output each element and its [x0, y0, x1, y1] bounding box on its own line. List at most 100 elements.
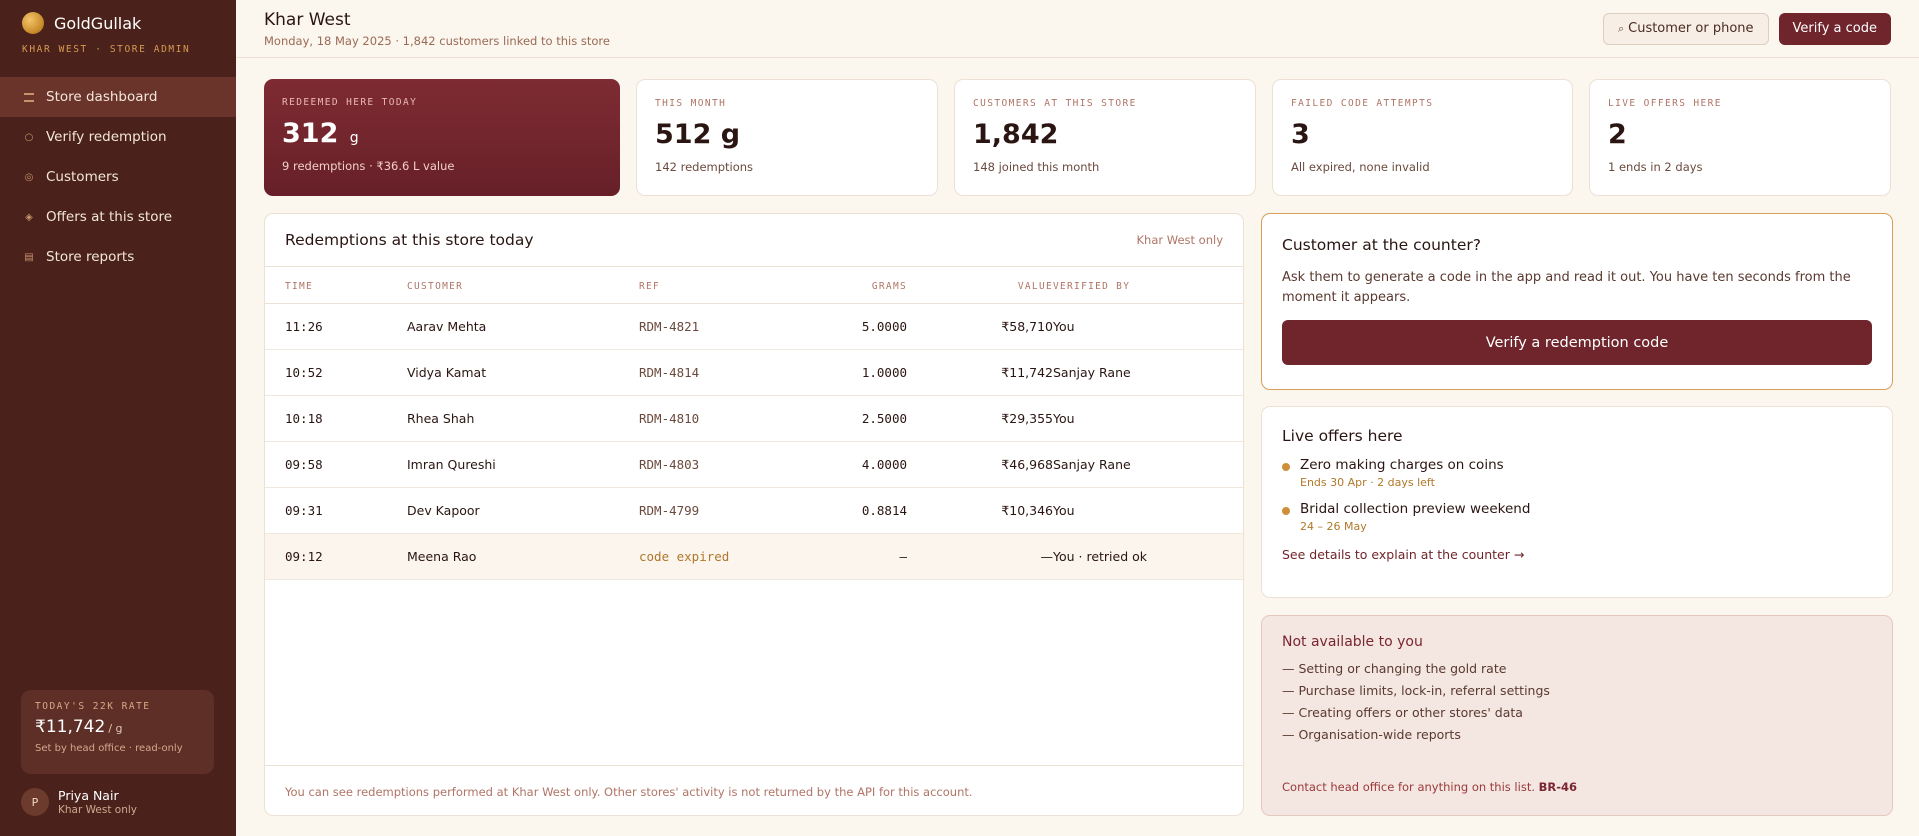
- cell-customer: Rhea Shah: [407, 411, 475, 426]
- table-row[interactable]: 09:12 Meena Rao code expired — — You · retrie…: [265, 534, 1243, 580]
- sidebar-item-label: Verify redemption: [46, 129, 167, 145]
- user-profile[interactable]: P Priya Nair Khar West only: [21, 788, 137, 816]
- offer-item: Bridal collection preview weekend 24 – 2…: [1282, 501, 1872, 533]
- sidebar-item-label: Store reports: [46, 249, 135, 265]
- column-header-value: VALUE: [1017, 281, 1053, 292]
- cell-value: ₹11,742: [1001, 365, 1053, 380]
- column-header-customer: CUSTOMER: [407, 281, 464, 292]
- table-header: TIME CUSTOMER REF GRAMS VALUE VERIFIED B…: [265, 267, 1243, 304]
- verify-redemption-code-button[interactable]: Verify a redemption code: [1282, 320, 1872, 365]
- not-available-card: Not available to you — Setting or changi…: [1261, 615, 1893, 816]
- search-label: Customer or phone: [1628, 21, 1754, 36]
- cell-customer: Imran Qureshi: [407, 457, 496, 472]
- stat-sub: 1 ends in 2 days: [1608, 160, 1703, 174]
- rate-label: TODAY'S 22K RATE: [35, 701, 151, 712]
- cell-value: ₹58,710: [1001, 319, 1053, 334]
- cell-value: ₹29,355: [1001, 411, 1053, 426]
- stat-label: LIVE OFFERS HERE: [1608, 98, 1722, 109]
- page-title: Khar West: [264, 9, 351, 30]
- stat-value: 512 g: [655, 119, 741, 150]
- gold-coin-logo-icon: [22, 12, 44, 34]
- cell-time: 09:58: [285, 457, 323, 472]
- stat-label: FAILED CODE ATTEMPTS: [1291, 98, 1434, 109]
- list-item: — Purchase limits, lock-in, referral set…: [1282, 683, 1550, 698]
- cell-grams: 0.8814: [861, 503, 907, 518]
- cell-value: ₹46,968: [1001, 457, 1053, 472]
- store-role-label: KHAR WEST · STORE ADMIN: [22, 44, 191, 55]
- sidebar-item-store-reports[interactable]: ▤ Store reports: [0, 237, 236, 277]
- stat-value: 2: [1608, 119, 1627, 150]
- rate-note: Set by head office · read-only: [35, 743, 183, 754]
- main-content: Khar West Monday, 18 May 2025 · 1,842 cu…: [236, 0, 1919, 836]
- not-available-list: — Setting or changing the gold rate — Pu…: [1282, 658, 1872, 746]
- sidebar-item-verify-redemption[interactable]: ○ Verify redemption: [0, 117, 236, 157]
- table-row[interactable]: 10:18 Rhea Shah RDM-4810 2.5000 ₹29,355 You: [265, 396, 1243, 442]
- table-row[interactable]: 10:52 Vidya Kamat RDM-4814 1.0000 ₹11,742 San…: [265, 350, 1243, 396]
- cell-grams: —: [899, 549, 907, 564]
- stat-sub: 148 joined this month: [973, 160, 1100, 174]
- redemptions-table-card: Redemptions at this store today Khar Wes…: [264, 213, 1244, 816]
- stat-label: REDEEMED HERE TODAY: [282, 97, 418, 108]
- verify-code-button[interactable]: Verify a code: [1778, 12, 1891, 45]
- bullet-dot-icon: [1282, 507, 1290, 515]
- counter-body: Ask them to generate a code in the app a…: [1282, 270, 1851, 305]
- offer-details-link[interactable]: See details to explain at the counter →: [1282, 547, 1872, 562]
- user-name: Priya Nair: [58, 788, 119, 803]
- sidebar-nav: Store dashboard ○ Verify redemption ◎ Cu…: [0, 77, 236, 277]
- cell-verified-by: Sanjay Rane: [1053, 365, 1131, 380]
- cell-value: —: [1040, 549, 1054, 564]
- cell-ref: RDM-4803: [639, 457, 700, 472]
- cell-value: ₹10,346: [1001, 503, 1053, 518]
- cell-ref: code expired: [639, 549, 730, 564]
- search-icon: ⌕: [1617, 21, 1625, 35]
- offers-title: Live offers here: [1282, 427, 1403, 445]
- diamond-icon: ◈: [25, 211, 33, 223]
- sidebar-item-label: Offers at this store: [46, 209, 173, 225]
- cell-grams: 5.0000: [861, 319, 907, 334]
- cell-ref: RDM-4799: [639, 503, 700, 518]
- cell-time: 11:26: [285, 319, 323, 334]
- sidebar-item-store-dashboard[interactable]: Store dashboard: [0, 77, 236, 117]
- customer-search-button[interactable]: ⌕ Customer or phone: [1602, 12, 1769, 45]
- bullet-dot-icon: [1282, 463, 1290, 471]
- sidebar: GoldGullak KHAR WEST · STORE ADMIN Store…: [0, 0, 236, 836]
- counter-card: Customer at the counter? Ask them to gen…: [1261, 213, 1893, 390]
- sidebar-item-offers[interactable]: ◈ Offers at this store: [0, 197, 236, 237]
- contact-note: Contact head office for anything on this…: [1282, 780, 1535, 794]
- cell-customer: Aarav Mehta: [407, 319, 487, 334]
- not-available-title: Not available to you: [1282, 634, 1423, 650]
- cell-time: 10:18: [285, 411, 323, 426]
- dashboard-icon: [24, 92, 34, 102]
- cell-verified-by: Sanjay Rane: [1053, 457, 1131, 472]
- stat-sub: 9 redemptions · ₹36.6 L value: [282, 159, 455, 173]
- rate-unit: / g: [108, 722, 123, 735]
- table-title: Redemptions at this store today: [285, 231, 534, 249]
- stat-value: 3: [1291, 119, 1310, 150]
- stat-label: CUSTOMERS AT THIS STORE: [973, 98, 1137, 109]
- brand-name: GoldGullak: [54, 13, 142, 33]
- cell-verified-by: You: [1053, 503, 1075, 518]
- page-subtitle: Monday, 18 May 2025 · 1,842 customers li…: [264, 33, 610, 48]
- not-available-footer: Contact head office for anything on this…: [1282, 780, 1577, 794]
- stat-card-redeemed-today: REDEEMED HERE TODAY 312 g 9 redemptions …: [264, 79, 620, 196]
- stat-number: 312: [282, 118, 339, 149]
- table-row[interactable]: 11:26 Aarav Mehta RDM-4821 5.0000 ₹58,710 You: [265, 304, 1243, 350]
- cell-ref: RDM-4810: [639, 411, 700, 426]
- rate-amount: ₹11,742: [35, 717, 106, 737]
- offer-meta: Ends 30 Apr · 2 days left: [1300, 476, 1435, 489]
- sidebar-item-customers[interactable]: ◎ Customers: [0, 157, 236, 197]
- branch-code: BR-46: [1538, 780, 1578, 794]
- stat-value: 1,842: [973, 119, 1059, 150]
- gold-rate-card: TODAY'S 22K RATE ₹11,742/ g Set by head …: [21, 690, 214, 774]
- list-icon: ▤: [24, 251, 34, 263]
- cell-customer: Vidya Kamat: [407, 365, 487, 380]
- stat-card-customers: CUSTOMERS AT THIS STORE 1,842 148 joined…: [954, 79, 1256, 196]
- offer-meta: 24 – 26 May: [1300, 520, 1367, 533]
- cell-grams: 2.5000: [861, 411, 907, 426]
- table-row[interactable]: 09:31 Dev Kapoor RDM-4799 0.8814 ₹10,346 You: [265, 488, 1243, 534]
- cell-verified-by: You: [1053, 411, 1075, 426]
- column-header-ref: REF: [639, 281, 661, 292]
- table-row[interactable]: 09:58 Imran Qureshi RDM-4803 4.0000 ₹46,968 S…: [265, 442, 1243, 488]
- stats-row: REDEEMED HERE TODAY 312 g 9 redemptions …: [264, 79, 1891, 196]
- column-header-grams: GRAMS: [871, 281, 907, 292]
